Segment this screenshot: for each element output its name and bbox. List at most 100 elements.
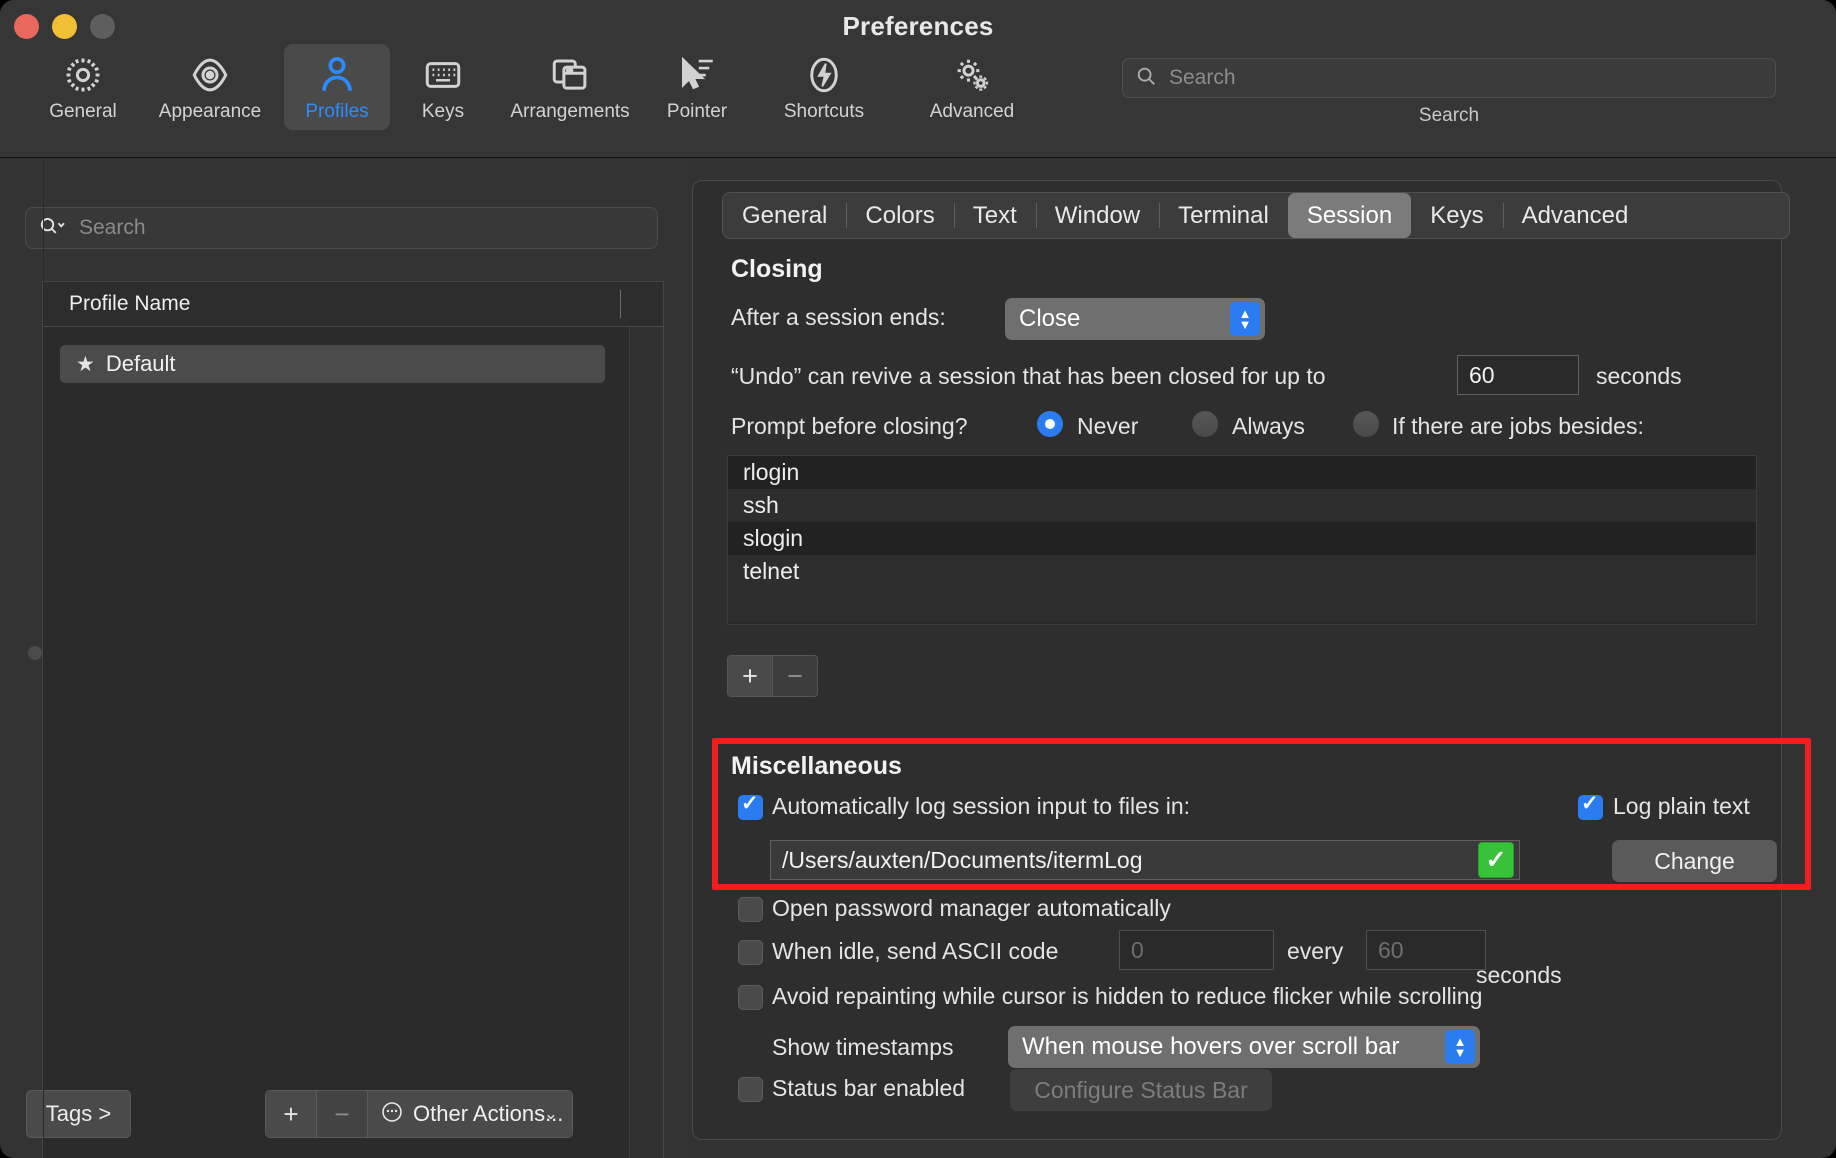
- cursor-icon: [676, 52, 718, 98]
- titlebar: Preferences General Appearance Profiles: [0, 0, 1836, 158]
- profiles-table: Profile Name ★ Default: [42, 281, 664, 1158]
- show-timestamps-select[interactable]: When mouse hovers over scroll bar ▲ ▼: [1008, 1026, 1480, 1068]
- toolbar-item-pointer[interactable]: Pointer: [644, 44, 750, 130]
- other-actions-label: Other Actions...: [413, 1101, 564, 1126]
- sidebar-splitter[interactable]: [43, 159, 44, 1158]
- keyboard-icon: [422, 52, 464, 98]
- toolbar-item-advanced[interactable]: Advanced: [898, 44, 1046, 130]
- table-row[interactable]: ★ Default: [60, 345, 605, 383]
- column-separator[interactable]: [620, 290, 621, 318]
- toolbar-label: Pointer: [666, 101, 728, 122]
- show-timestamps-label: Show timestamps: [772, 1034, 954, 1060]
- idle-every-label: every: [1287, 938, 1344, 964]
- after-session-ends-label: After a session ends:: [731, 304, 946, 330]
- after-session-ends-select[interactable]: Close ▲ ▼: [1005, 298, 1265, 340]
- search-icon: [1135, 65, 1157, 92]
- tab-terminal[interactable]: Terminal: [1159, 193, 1288, 238]
- toolbar-label: Advanced: [929, 101, 1015, 122]
- avoid-repaint-checkbox[interactable]: [738, 985, 763, 1010]
- tags-button[interactable]: Tags >: [26, 1090, 131, 1138]
- tab-text[interactable]: Text: [953, 193, 1036, 238]
- remove-profile-button[interactable]: −: [317, 1091, 368, 1137]
- toolbar-item-keys[interactable]: Keys: [390, 44, 496, 130]
- sidebar-search-input[interactable]: [77, 215, 621, 241]
- miscellaneous-section-title: Miscellaneous: [731, 752, 902, 780]
- profile-actions-group: + − Other Actions... ⌄: [265, 1090, 573, 1138]
- column-header-profile-name[interactable]: Profile Name: [43, 292, 190, 316]
- gear-icon: [62, 52, 104, 98]
- profile-name-cell: Default: [105, 351, 176, 376]
- toolbar-label: Appearance: [158, 101, 262, 122]
- list-item-empty: [728, 588, 1756, 621]
- radio-jobs-besides-label: If there are jobs besides:: [1392, 413, 1644, 439]
- undo-seconds-input[interactable]: 60: [1457, 355, 1579, 395]
- undo-label-before: “Undo” can revive a session that has bee…: [731, 363, 1326, 389]
- toolbar-label: General: [49, 101, 117, 122]
- configure-status-bar-button[interactable]: Configure Status Bar: [1010, 1069, 1272, 1111]
- toolbar-item-arrangements[interactable]: Arrangements: [496, 44, 644, 130]
- profile-tab-bar: General Colors Text Window Terminal Sess…: [722, 192, 1790, 239]
- list-item[interactable]: slogin: [728, 522, 1756, 555]
- list-item[interactable]: ssh: [728, 489, 1756, 522]
- idle-seconds-label: seconds: [1476, 962, 1562, 988]
- idle-ascii-label: When idle, send ASCII code: [772, 938, 1059, 964]
- avoid-repaint-label: Avoid repainting while cursor is hidden …: [772, 983, 1483, 1009]
- gears-icon: [951, 52, 993, 98]
- log-plain-text-label: Log plain text: [1613, 793, 1750, 819]
- radio-always[interactable]: [1192, 411, 1218, 437]
- star-icon: ★: [76, 352, 95, 376]
- toolbar-label: Profiles: [305, 101, 369, 122]
- green-checkmark-icon: ✓: [1478, 842, 1514, 878]
- change-path-button[interactable]: Change: [1612, 840, 1777, 882]
- undo-label-after: seconds: [1596, 363, 1682, 389]
- toolbar-item-appearance[interactable]: Appearance: [136, 44, 284, 130]
- tab-colors[interactable]: Colors: [846, 193, 953, 238]
- jobs-add-remove-group: + −: [727, 655, 818, 697]
- radio-never[interactable]: [1037, 411, 1063, 437]
- idle-ascii-checkbox[interactable]: [738, 940, 763, 965]
- window-title: Preferences: [842, 11, 994, 41]
- stepper-arrows-icon: ▲ ▼: [1445, 1030, 1475, 1064]
- tab-advanced[interactable]: Advanced: [1502, 193, 1648, 238]
- toolbar-item-general[interactable]: General: [30, 44, 136, 130]
- tab-keys[interactable]: Keys: [1411, 193, 1502, 238]
- radio-jobs-besides[interactable]: [1353, 411, 1379, 437]
- log-plain-text-checkbox[interactable]: [1578, 791, 1603, 820]
- idle-interval-input[interactable]: 60: [1366, 930, 1486, 970]
- add-profile-button[interactable]: +: [266, 1091, 317, 1137]
- toolbar-label: Shortcuts: [783, 101, 865, 122]
- toolbar-item-profiles[interactable]: Profiles: [284, 44, 390, 130]
- auto-log-checkbox[interactable]: [738, 791, 763, 820]
- list-item[interactable]: telnet: [728, 555, 1756, 588]
- list-item[interactable]: rlogin: [728, 456, 1756, 489]
- tab-session[interactable]: Session: [1287, 193, 1412, 238]
- log-path-input[interactable]: /Users/auxten/Documents/itermLog: [770, 840, 1520, 880]
- status-bar-checkbox[interactable]: [738, 1077, 763, 1102]
- radio-always-label: Always: [1232, 413, 1305, 439]
- person-icon: [316, 52, 358, 98]
- windows-icon: [549, 52, 591, 98]
- closing-section-title: Closing: [731, 255, 823, 283]
- ascii-code-input[interactable]: 0: [1119, 930, 1274, 970]
- jobs-list[interactable]: rlogin ssh slogin telnet: [727, 455, 1757, 625]
- tab-general[interactable]: General: [723, 193, 846, 238]
- toolbar-search-input[interactable]: [1167, 65, 1731, 91]
- add-job-button[interactable]: +: [728, 656, 772, 696]
- remove-job-button[interactable]: −: [772, 656, 817, 696]
- stepper-arrows-icon: ▲ ▼: [1230, 302, 1260, 336]
- tab-window[interactable]: Window: [1035, 193, 1159, 238]
- toolbar-label: Arrangements: [510, 101, 630, 122]
- profiles-table-header: Profile Name: [43, 282, 663, 327]
- toolbar-item-shortcuts[interactable]: Shortcuts: [750, 44, 898, 130]
- splitter-handle[interactable]: [28, 646, 42, 660]
- sidebar-search-box[interactable]: [25, 207, 658, 249]
- password-manager-checkbox[interactable]: [738, 897, 763, 922]
- toolbar: General Appearance Profiles Keys Arrange…: [30, 44, 1046, 130]
- show-timestamps-value: When mouse hovers over scroll bar: [1022, 1033, 1400, 1060]
- sidebar-footer: Tags > + − Other Actions... ⌄: [0, 1090, 688, 1138]
- toolbar-search-caption: Search: [1418, 105, 1480, 126]
- password-manager-label: Open password manager automatically: [772, 895, 1171, 921]
- other-actions-button[interactable]: Other Actions... ⌄: [368, 1091, 572, 1137]
- toolbar-search-box[interactable]: [1122, 58, 1776, 98]
- table-scroll-column: [629, 327, 663, 1158]
